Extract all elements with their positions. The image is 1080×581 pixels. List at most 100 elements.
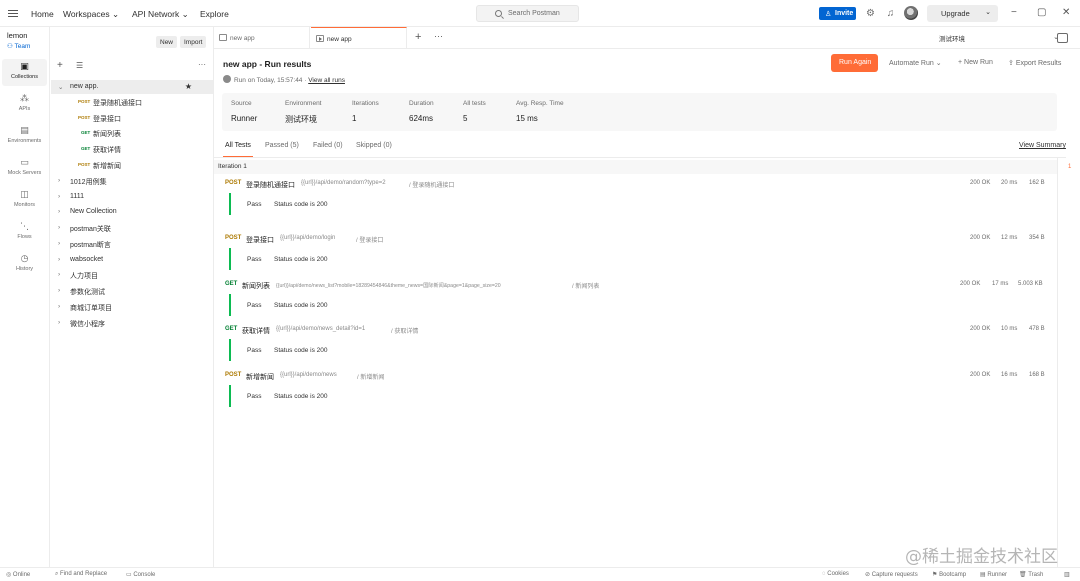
workspace-name[interactable]: lemon bbox=[7, 31, 27, 40]
collection-item[interactable]: › wabsocket bbox=[51, 253, 213, 267]
request-path: / 新增新闻 bbox=[357, 375, 385, 381]
view-summary-link[interactable]: View Summary bbox=[1019, 142, 1066, 149]
capture-requests-button[interactable]: ⊘ Capture requests bbox=[865, 571, 918, 578]
collection-item[interactable]: › 商城订单项目 bbox=[51, 300, 213, 314]
response-time: 17 ms bbox=[992, 281, 1009, 287]
minimize-window-icon[interactable]: − bbox=[1011, 8, 1017, 18]
find-replace-label: Find and Replace bbox=[60, 571, 108, 577]
star-icon[interactable]: ★ bbox=[185, 82, 192, 91]
request-result[interactable]: POST 登录随机通接口 {{url}}/api/demo/random?typ… bbox=[222, 180, 1052, 224]
request-result[interactable]: POST 新增新闻 {{url}}/api/demo/news / 新增新闻 2… bbox=[222, 372, 1052, 416]
settings-gear-icon[interactable]: ⚙ bbox=[865, 8, 876, 19]
test-result: Pass bbox=[247, 201, 262, 208]
notification-bell-icon[interactable]: ♫ bbox=[885, 8, 896, 19]
nav-home[interactable]: Home bbox=[31, 9, 54, 19]
mock-servers-icon: ▭ bbox=[20, 157, 29, 167]
add-icon[interactable]: + bbox=[57, 60, 63, 71]
test-name: Status code is 200 bbox=[274, 256, 328, 263]
console-button[interactable]: ▭ Console bbox=[126, 571, 155, 578]
summary-value: Runner bbox=[231, 114, 258, 123]
collection-label: 1111 bbox=[70, 193, 85, 200]
method-badge: POST bbox=[225, 235, 242, 241]
rail-label: History bbox=[15, 266, 34, 272]
environment-select[interactable]: 测试环境 ⌄ bbox=[939, 33, 1059, 43]
online-status[interactable]: ◎ Online bbox=[6, 571, 30, 578]
find-replace-button[interactable]: ⌕ Find and Replace bbox=[55, 571, 107, 578]
request-item[interactable]: GET 新闻列表 bbox=[51, 126, 213, 140]
upgrade-button[interactable]: Upgrade ⌄ bbox=[927, 5, 998, 22]
hamburger-menu-icon[interactable] bbox=[8, 8, 18, 18]
page-title: new app - Run results bbox=[223, 59, 312, 69]
rail-item-flows[interactable]: ⋱ Flows bbox=[2, 219, 47, 246]
search-input[interactable]: Search Postman bbox=[476, 5, 579, 22]
bootcamp-button[interactable]: ⚑ Bootcamp bbox=[932, 571, 966, 578]
run-again-button[interactable]: Run Again bbox=[831, 54, 878, 72]
method-badge: GET bbox=[225, 326, 238, 332]
collection-item[interactable]: › postman断言 bbox=[51, 237, 213, 251]
collection-item[interactable]: › 人力项目 bbox=[51, 268, 213, 282]
rail-item-apis[interactable]: ⁂ APIs bbox=[2, 91, 47, 118]
avatar[interactable] bbox=[904, 6, 918, 20]
rail-label: Environments bbox=[7, 138, 42, 144]
collection-item[interactable]: › 1111 bbox=[51, 190, 213, 204]
tab-new-app-runner[interactable]: new app bbox=[311, 27, 407, 49]
more-options-icon[interactable]: ··· bbox=[198, 60, 206, 69]
tab-failed[interactable]: Failed (0) bbox=[313, 142, 343, 149]
collection-item[interactable]: › postman关联 bbox=[51, 221, 213, 235]
filter-icon[interactable]: ☰ bbox=[76, 61, 83, 70]
rail-item-monitors[interactable]: ◫ Monitors bbox=[2, 187, 47, 214]
maximize-window-icon[interactable]: ▢ bbox=[1037, 8, 1046, 18]
automate-run-button[interactable]: Automate Run ⌄ bbox=[889, 59, 942, 67]
rail-item-collections[interactable]: ▣ Collections bbox=[2, 59, 47, 86]
request-item[interactable]: GET 获取详情 bbox=[51, 142, 213, 156]
nav-api-network[interactable]: API Network ⌄ bbox=[132, 9, 189, 20]
view-all-runs-link[interactable]: View all runs bbox=[308, 77, 345, 84]
request-item[interactable]: POST 登录接口 bbox=[51, 111, 213, 125]
runner-button[interactable]: ▤ Runner bbox=[980, 571, 1007, 578]
collection-item[interactable]: › 1012用例集 bbox=[51, 174, 213, 188]
nav-workspaces[interactable]: Workspaces ⌄ bbox=[63, 9, 119, 20]
trash-button[interactable]: 🗑 Trash bbox=[1019, 571, 1043, 578]
flows-icon: ⋱ bbox=[20, 221, 29, 231]
request-result[interactable]: GET 获取详情 {{url}}/api/demo/news_detail?id… bbox=[222, 326, 1052, 370]
bootcamp-label: Bootcamp bbox=[939, 572, 967, 578]
request-result[interactable]: POST 登录接口 {{url}}/api/demo/login / 登录接口 … bbox=[222, 235, 1052, 279]
tab-skipped[interactable]: Skipped (0) bbox=[356, 142, 392, 149]
runner-label: Runner bbox=[987, 572, 1008, 578]
add-user-icon: ♙ bbox=[825, 11, 832, 18]
collection-item[interactable]: › 微信小程序 bbox=[51, 316, 213, 330]
close-window-icon[interactable]: ✕ bbox=[1062, 8, 1070, 18]
rail-item-environments[interactable]: ▤ Environments bbox=[2, 123, 47, 150]
collection-item-new-app[interactable]: ⌄ new app. ★ bbox=[51, 80, 213, 94]
response-size: 478 B bbox=[1029, 326, 1045, 332]
request-item[interactable]: POST 登录随机通接口 bbox=[51, 95, 213, 109]
more-tabs-icon[interactable]: ··· bbox=[434, 31, 443, 41]
layout-toggle-icon[interactable]: ▥ bbox=[1064, 571, 1070, 578]
nav-explore[interactable]: Explore bbox=[200, 9, 229, 19]
rail-item-mock-servers[interactable]: ▭ Mock Servers bbox=[2, 155, 47, 182]
export-results-button[interactable]: ⇪ Export Results bbox=[1008, 59, 1061, 67]
method-badge: POST bbox=[78, 162, 91, 167]
tab-all-tests[interactable]: All Tests bbox=[225, 142, 251, 149]
cookies-button[interactable]: ◌ Cookies bbox=[822, 571, 849, 577]
cookie-icon: ◌ bbox=[822, 571, 826, 577]
request-item[interactable]: POST 新增新闻 bbox=[51, 158, 213, 172]
new-button[interactable]: New bbox=[156, 36, 178, 48]
collection-label: wabsocket bbox=[70, 256, 104, 263]
iteration-scrubber[interactable]: 1 bbox=[1057, 158, 1080, 567]
import-button[interactable]: Import bbox=[180, 36, 207, 48]
iteration-marker[interactable]: 1 bbox=[1068, 164, 1071, 170]
invite-button[interactable]: ♙ Invite bbox=[819, 7, 856, 20]
tab-new-app-collection[interactable]: new app bbox=[214, 27, 310, 49]
new-tab-icon[interactable]: + bbox=[415, 31, 421, 43]
tab-passed[interactable]: Passed (5) bbox=[265, 142, 299, 149]
response-status: 200 OK bbox=[970, 235, 991, 241]
collection-item[interactable]: › New Collection bbox=[51, 205, 213, 219]
summary-key: Iterations bbox=[352, 100, 379, 107]
request-name: 登录随机通接口 bbox=[246, 182, 295, 189]
environment-quick-look-icon[interactable] bbox=[1057, 33, 1068, 43]
new-run-button[interactable]: + New Run bbox=[958, 59, 993, 66]
request-result[interactable]: GET 新闻列表 {{url}}/api/demo/news_list?mobi… bbox=[222, 281, 1052, 325]
collection-item[interactable]: › 参数化测试 bbox=[51, 284, 213, 298]
rail-item-history[interactable]: ◷ History bbox=[2, 251, 47, 278]
